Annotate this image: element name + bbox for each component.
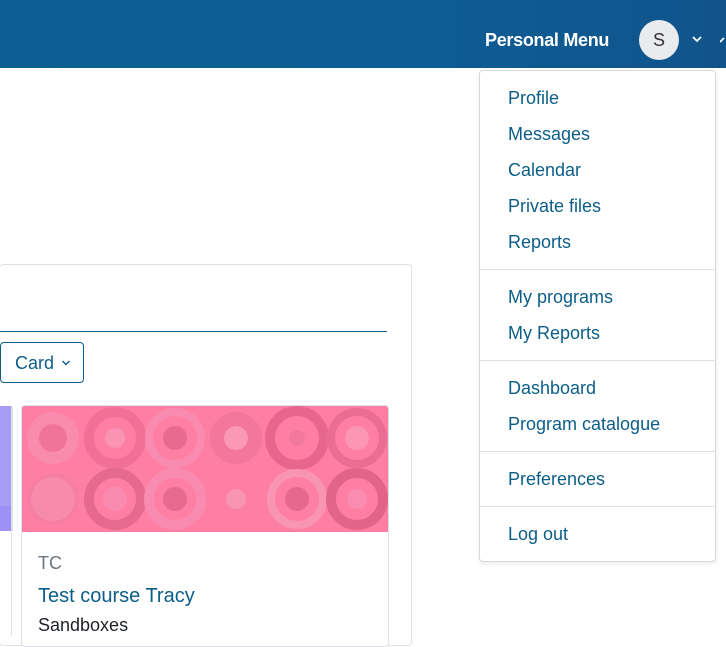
course-pattern-image	[22, 406, 388, 532]
view-select-label: Card	[15, 353, 55, 373]
menu-divider	[480, 269, 715, 270]
menu-divider	[480, 360, 715, 361]
user-avatar[interactable]: S	[639, 20, 679, 60]
menu-divider	[480, 506, 715, 507]
course-shortname: TC	[38, 553, 62, 573]
avatar-initial: S	[652, 29, 665, 50]
menu-item-my-programs[interactable]: My programs	[508, 286, 613, 308]
course-name-link[interactable]: Test course Tracy	[38, 584, 195, 608]
block-divider	[0, 331, 387, 332]
chevron-down-icon	[62, 360, 70, 366]
menu-item-calendar[interactable]: Calendar	[508, 159, 581, 181]
view-select-dropdown[interactable]: Card	[0, 342, 84, 383]
menu-item-profile[interactable]: Profile	[508, 87, 559, 109]
course-card-partial-border	[11, 406, 12, 636]
course-card: TC Test course Tracy Sandboxes	[21, 405, 389, 647]
personal-menu-title[interactable]: Personal Menu	[485, 29, 609, 51]
chevron-down-icon-edge	[720, 37, 725, 43]
menu-item-preferences[interactable]: Preferences	[508, 468, 605, 490]
chevron-down-icon[interactable]	[690, 33, 704, 45]
menu-item-my-reports[interactable]: My Reports	[508, 322, 600, 344]
personal-menu-dropdown: Profile Messages Calendar Private files …	[479, 70, 716, 562]
menu-item-private-files[interactable]: Private files	[508, 195, 601, 217]
course-image[interactable]	[22, 406, 388, 532]
menu-item-dashboard[interactable]: Dashboard	[508, 377, 596, 399]
menu-item-reports[interactable]: Reports	[508, 231, 571, 253]
menu-divider	[480, 451, 715, 452]
menu-item-program-catalogue[interactable]: Program catalogue	[508, 413, 660, 435]
menu-item-messages[interactable]: Messages	[508, 123, 590, 145]
menu-item-log-out[interactable]: Log out	[508, 523, 568, 545]
course-category: Sandboxes	[38, 615, 129, 635]
top-navbar: Personal Menu S	[0, 0, 726, 68]
